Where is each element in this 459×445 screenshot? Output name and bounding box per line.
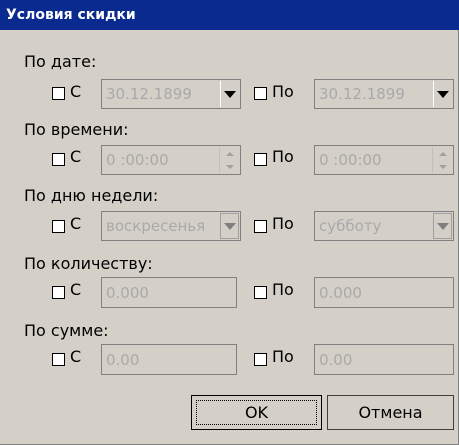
weekday-from-value: воскресенья: [106, 217, 206, 235]
spin-down-button[interactable]: [220, 160, 239, 173]
weekday-from-dropdown-button[interactable]: [220, 213, 239, 239]
sum-from-input[interactable]: 0.00: [101, 344, 237, 375]
chevron-down-icon: [224, 90, 236, 98]
weekday-from-select[interactable]: воскресенья: [101, 211, 241, 241]
time-to-label: По: [272, 147, 294, 166]
weekday-to-select[interactable]: субботу: [314, 211, 454, 241]
weekday-section-label: По дню недели:: [24, 186, 159, 205]
weekday-to-value: субботу: [319, 217, 382, 235]
date-from-checkbox[interactable]: [52, 87, 65, 100]
quantity-to-input[interactable]: 0.000: [314, 277, 454, 308]
date-to-value: 30.12.1899: [319, 85, 405, 103]
quantity-to-checkbox[interactable]: [254, 286, 267, 299]
sum-from-checkbox[interactable]: [52, 353, 65, 366]
time-to-spinner[interactable]: [432, 147, 452, 173]
ok-button[interactable]: OK: [191, 395, 322, 430]
date-to-label: По: [272, 82, 294, 101]
spin-down-icon: [225, 164, 234, 169]
spin-up-icon: [438, 151, 447, 156]
sum-from-label: С: [70, 347, 82, 366]
date-section-label: По дате:: [24, 52, 97, 71]
sum-to-checkbox[interactable]: [254, 353, 267, 366]
cancel-button[interactable]: Отмена: [327, 395, 454, 430]
date-from-label: С: [70, 82, 82, 101]
time-to-checkbox[interactable]: [254, 153, 267, 166]
spin-down-button[interactable]: [433, 160, 452, 173]
date-from-value: 30.12.1899: [106, 85, 192, 103]
chevron-down-icon: [436, 222, 449, 230]
spin-up-button[interactable]: [433, 147, 452, 160]
quantity-from-label: С: [70, 280, 82, 299]
quantity-from-checkbox[interactable]: [52, 286, 65, 299]
chevron-down-icon: [223, 222, 236, 230]
quantity-from-input[interactable]: 0.000: [101, 277, 237, 308]
time-from-value: 0 :00:00: [106, 151, 169, 169]
quantity-to-value: 0.000: [319, 283, 362, 302]
ok-button-label: OK: [244, 403, 269, 422]
date-to-dropdown-button[interactable]: [433, 81, 452, 107]
weekday-to-dropdown-button[interactable]: [433, 213, 452, 239]
weekday-from-label: С: [70, 214, 82, 233]
date-from-field[interactable]: 30.12.1899: [101, 79, 241, 109]
weekday-from-checkbox[interactable]: [52, 220, 65, 233]
time-from-field[interactable]: 0 :00:00: [101, 145, 241, 175]
time-from-label: С: [70, 147, 82, 166]
sum-from-value: 0.00: [106, 350, 140, 369]
sum-to-value: 0.00: [319, 350, 353, 369]
time-from-spinner[interactable]: [219, 147, 239, 173]
sum-to-label: По: [272, 347, 294, 366]
date-to-field[interactable]: 30.12.1899: [314, 79, 454, 109]
weekday-to-label: По: [272, 214, 294, 233]
sum-section-label: По сумме:: [24, 321, 109, 340]
date-from-dropdown-button[interactable]: [220, 81, 239, 107]
spin-up-icon: [225, 151, 234, 156]
spin-down-icon: [438, 164, 447, 169]
chevron-down-icon: [437, 90, 449, 98]
spin-up-button[interactable]: [220, 147, 239, 160]
quantity-to-label: По: [272, 280, 294, 299]
weekday-to-checkbox[interactable]: [254, 220, 267, 233]
time-section-label: По времени:: [24, 120, 129, 139]
time-from-checkbox[interactable]: [52, 153, 65, 166]
date-to-checkbox[interactable]: [254, 87, 267, 100]
quantity-section-label: По количеству:: [24, 254, 153, 273]
time-to-value: 0 :00:00: [319, 151, 382, 169]
quantity-from-value: 0.000: [106, 283, 149, 302]
cancel-button-label: Отмена: [358, 403, 423, 422]
dialog-title-bar: Условия скидки: [0, 0, 459, 30]
time-to-field[interactable]: 0 :00:00: [314, 145, 454, 175]
dialog-title: Условия скидки: [6, 7, 136, 23]
sum-to-input[interactable]: 0.00: [314, 344, 454, 375]
discount-conditions-dialog: Условия скидки По дате: С 30.12.1899 По …: [0, 0, 459, 445]
